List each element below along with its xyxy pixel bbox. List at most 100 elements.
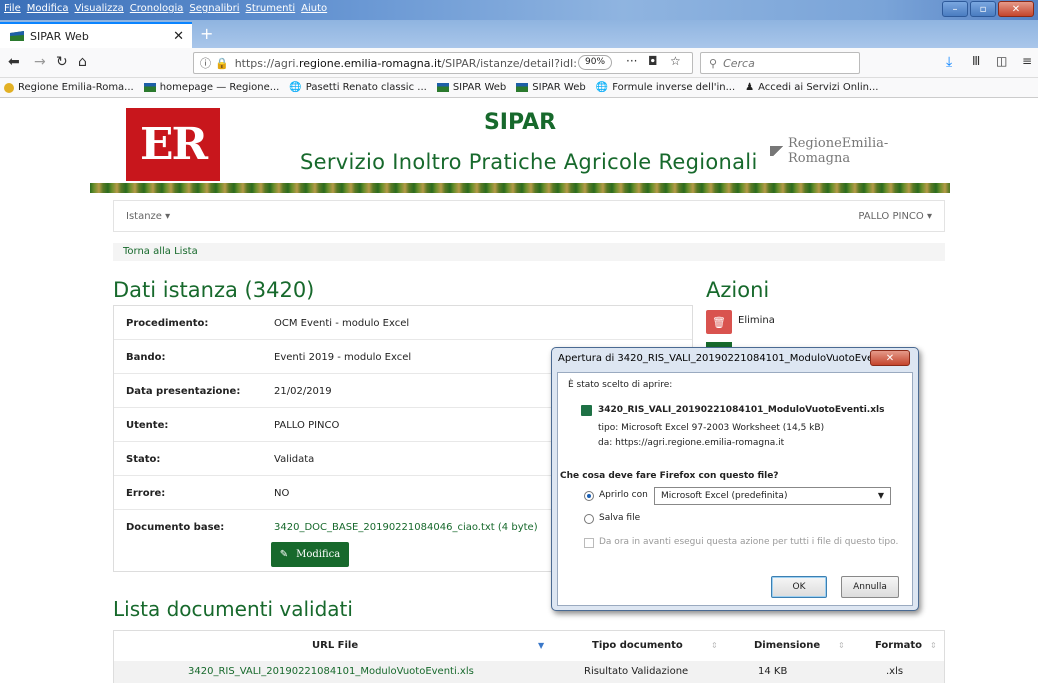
doc-size-cell: 14 KB (758, 666, 788, 677)
new-tab-icon[interactable]: + (200, 24, 213, 43)
lock-warning-icon: 🔒 (215, 56, 229, 70)
reload-icon[interactable]: ↻ (56, 54, 68, 70)
back-to-list-link[interactable]: Torna alla Lista (123, 246, 198, 257)
breadcrumb: Torna alla Lista (113, 243, 945, 261)
sort-icon[interactable]: ⇕ (838, 631, 845, 661)
close-tab-icon[interactable]: ✕ (173, 29, 184, 44)
detail-value: PALLO PINCO (274, 420, 340, 431)
bookmark-item[interactable]: homepage — Regione... (143, 82, 279, 93)
dialog-close-button[interactable]: ✕ (870, 350, 910, 366)
dialog-question: Che cosa deve fare Firefox con questo fi… (560, 471, 779, 481)
user-icon: ♟ (745, 82, 755, 93)
window-close-button[interactable]: ✕ (998, 1, 1034, 17)
column-header-type[interactable]: Tipo documento (592, 631, 683, 661)
regione-mark-icon (770, 146, 786, 156)
cancel-button[interactable]: Annulla (841, 576, 899, 598)
detail-value: OCM Eventi - modulo Excel (274, 318, 410, 329)
library-icon[interactable]: Ⅲ (972, 54, 980, 68)
region-flag-icon (516, 83, 529, 92)
detail-label: Stato: (126, 454, 161, 465)
document-link[interactable]: 3420_DOC_BASE_20190221084046_ciao.txt (4… (274, 522, 538, 533)
menu-aiuto[interactable]: Aiuto (301, 3, 327, 14)
site-header: ER SIPAR Servizio Inoltro Pratiche Agric… (90, 98, 950, 193)
column-header-format[interactable]: Formato (875, 631, 922, 661)
header-image-strip (90, 183, 950, 193)
maximize-button[interactable]: ▫ (970, 1, 996, 17)
bookmarks-toolbar: Regione Emilia-Roma... homepage — Region… (0, 78, 1038, 98)
sort-icon[interactable]: ⇕ (930, 631, 937, 661)
istanze-menu[interactable]: Istanze ▾ (126, 211, 170, 222)
chevron-down-icon: ▼ (877, 491, 884, 500)
page-actions-icon[interactable]: ··· (626, 54, 637, 68)
user-menu[interactable]: PALLO PINCO ▾ (858, 211, 932, 222)
url-domain: regione.emilia-romagna.it (298, 56, 442, 70)
ok-button[interactable]: OK (771, 576, 827, 598)
search-bar[interactable]: ⚲ Cerca (700, 52, 860, 74)
tab-sipar-web[interactable]: SIPAR Web ✕ (0, 22, 192, 48)
detail-label: Errore: (126, 488, 166, 499)
menu-segnalibri[interactable]: Segnalibri (189, 3, 239, 14)
bookmark-item[interactable]: SIPAR Web (436, 82, 506, 93)
detail-value: Eventi 2019 - modulo Excel (274, 352, 412, 363)
bookmark-item[interactable]: Regione Emilia-Roma... (4, 82, 134, 93)
site-title: SIPAR (483, 110, 557, 135)
search-placeholder: Cerca (723, 56, 755, 70)
delete-label[interactable]: Elimina (738, 315, 775, 326)
menu-strumenti[interactable]: Strumenti (246, 3, 296, 14)
remember-checkbox[interactable] (584, 538, 594, 548)
file-url-link[interactable]: 3420_RIS_VALI_20190221084101_ModuloVuoto… (188, 661, 474, 683)
detail-value: Validata (274, 454, 315, 465)
save-file-label[interactable]: Salva file (599, 513, 640, 523)
hamburger-menu-icon[interactable]: ≡ (1022, 54, 1032, 68)
bookmark-item[interactable]: 🌐 Formule inverse dell'in... (596, 82, 735, 93)
pocket-icon[interactable]: ◘ (648, 54, 658, 68)
dialog-file-type: tipo: Microsoft Excel 97-2003 Worksheet … (598, 423, 825, 433)
download-icon[interactable]: ⤓ (946, 54, 952, 70)
detail-value: NO (274, 488, 290, 499)
dialog-intro: È stato scelto di aprire: (568, 380, 673, 390)
open-with-select[interactable]: Microsoft Excel (predefinita) ▼ (654, 487, 891, 505)
bookmark-item[interactable]: ♟ Accedi ai Servizi Onlin... (745, 82, 878, 93)
region-flag-icon (10, 31, 24, 41)
menu-cronologia[interactable]: Cronologia (130, 3, 184, 14)
url-path: /SIPAR/istanze/detail?idI: (441, 56, 577, 70)
window-titlebar: File Modifica Visualizza Cronologia Segn… (0, 0, 1038, 20)
bookmark-item[interactable]: SIPAR Web (516, 82, 586, 93)
delete-button[interactable]: 🗑 (706, 310, 732, 334)
detail-label: Data presentazione: (126, 386, 241, 397)
doc-format-cell: .xls (886, 666, 904, 677)
menu-modifica[interactable]: Modifica (27, 3, 69, 14)
zoom-level[interactable]: 90% (578, 55, 613, 70)
validated-docs-table: URL File ▼ Tipo documento ⇕ Dimensione ⇕… (113, 630, 945, 683)
validated-docs-heading: Lista documenti validati (113, 597, 353, 621)
navigation-toolbar: ⬅ → ↻ ⌂ ⓘ 🔒 https://agri. regione.emilia-… (0, 48, 1038, 78)
sidebar-icon[interactable]: ◫ (996, 54, 1007, 68)
save-file-radio[interactable] (584, 514, 594, 524)
globe-icon: 🌐 (289, 82, 302, 93)
menu-bar: File Modifica Visualizza Cronologia Segn… (4, 3, 327, 14)
url-bar[interactable]: ⓘ 🔒 https://agri. regione.emilia-romagna.… (193, 52, 693, 74)
region-logo-icon (4, 82, 14, 93)
menu-visualizza[interactable]: Visualizza (75, 3, 124, 14)
column-header-url[interactable]: URL File (312, 631, 358, 661)
dialog-title: Apertura di 3420_RIS_VALI_20190221084101… (558, 353, 904, 364)
sort-desc-icon[interactable]: ▼ (538, 631, 544, 661)
search-icon: ⚲ (709, 56, 718, 70)
open-with-label[interactable]: Aprirlo con (599, 490, 648, 500)
tab-strip: SIPAR Web ✕ + (0, 20, 1038, 48)
app-navbar: Istanze ▾ PALLO PINCO ▾ (113, 200, 945, 232)
doc-type-cell: Risultato Validazione (584, 666, 689, 677)
forward-icon[interactable]: → (34, 54, 46, 70)
bookmark-star-icon[interactable]: ☆ (670, 54, 681, 68)
minimize-button[interactable]: – (942, 1, 968, 17)
info-icon[interactable]: ⓘ (200, 55, 211, 71)
bookmark-item[interactable]: 🌐 Pasetti Renato classic ... (289, 82, 426, 93)
column-header-size[interactable]: Dimensione (754, 631, 820, 661)
back-icon[interactable]: ⬅ (8, 54, 20, 70)
menu-file[interactable]: File (4, 3, 21, 14)
open-with-radio[interactable] (584, 491, 594, 501)
home-icon[interactable]: ⌂ (78, 54, 87, 70)
edit-button[interactable]: ✎ Modifica (271, 542, 349, 567)
sort-icon[interactable]: ⇕ (711, 631, 718, 661)
table-row: 3420_RIS_VALI_20190221084101_ModuloVuoto… (114, 661, 944, 683)
